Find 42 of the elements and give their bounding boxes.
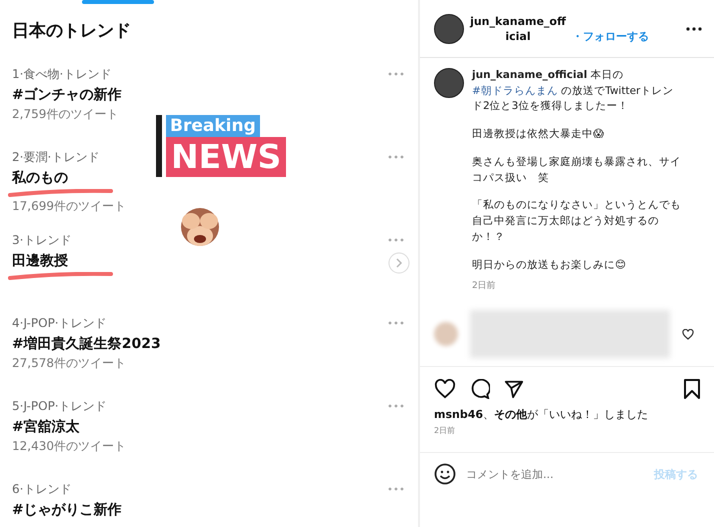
tweet-count: 12,430件のツイート bbox=[12, 438, 126, 454]
sticker-text: Breaking bbox=[166, 115, 260, 137]
caption-text: 明日からの放送もお楽しみに😊 bbox=[472, 258, 627, 273]
tweet-count: 27,578件のツイート bbox=[12, 355, 126, 371]
heart-icon[interactable] bbox=[434, 379, 456, 400]
avatar[interactable] bbox=[434, 14, 464, 44]
caption-text: 奥さんも登場し家庭崩壊も暴露され、サイコパス扱い 笑 bbox=[472, 154, 682, 186]
panel-title: 日本のトレンド bbox=[12, 20, 132, 43]
username-link[interactable]: jun_kaname_official bbox=[470, 14, 566, 45]
heart-icon[interactable] bbox=[682, 328, 694, 340]
timestamp: 2日前 bbox=[434, 425, 456, 436]
trend-name[interactable]: #ゴンチャの新作 bbox=[12, 85, 122, 105]
hashtag-link[interactable]: #朝ドラらんまん bbox=[472, 84, 558, 97]
trend-meta: 4·J-POP·トレンド bbox=[12, 315, 107, 331]
trend-name[interactable]: 田邊教授 bbox=[12, 251, 68, 271]
tweet-count: 17,699件のツイート bbox=[12, 198, 126, 214]
trend-name[interactable]: #宮舘涼太 bbox=[12, 417, 80, 437]
tweet-count: 2,759件のツイート bbox=[12, 106, 118, 122]
blurred-avatar bbox=[434, 322, 458, 346]
follow-link[interactable]: ・フォローする bbox=[572, 28, 649, 44]
caption-text: 田邊教授は依然大暴走中😱 bbox=[472, 127, 605, 142]
trend-meta: 5·J-POP·トレンド bbox=[12, 398, 107, 414]
trend-name[interactable]: 私のもの bbox=[12, 168, 68, 188]
trend-meta: 3·トレンド bbox=[12, 232, 72, 248]
bookmark-icon[interactable] bbox=[684, 379, 700, 400]
comment-icon[interactable] bbox=[470, 379, 490, 400]
trend-name[interactable]: #増田貴久誕生祭2023 bbox=[12, 334, 161, 354]
trend-meta: 2·要潤·トレンド bbox=[12, 149, 100, 165]
emoji-icon[interactable] bbox=[434, 463, 456, 486]
trend-meta: 1·食べ物·トレンド bbox=[12, 66, 112, 82]
more-icon[interactable] bbox=[686, 27, 702, 32]
avatar[interactable] bbox=[434, 68, 464, 98]
caption-text: jun_kaname_official 本日の #朝ドラらんまん の放送でTwitterトレンド2位と3位を獲得しましたー！ bbox=[472, 68, 674, 114]
send-icon[interactable] bbox=[504, 379, 524, 400]
tab-indicator bbox=[82, 0, 154, 4]
caption-text: 「私のものになりなさい」というとんでも自己中発言に万太郎はどう対処するのか！？ bbox=[472, 198, 682, 245]
likes-text: msnb46、その他が「いいね！」しました bbox=[434, 407, 650, 422]
timestamp: 2日前 bbox=[472, 280, 497, 292]
sticker-text: NEWS bbox=[166, 137, 286, 177]
trend-meta: 6·トレンド bbox=[12, 481, 72, 497]
username-link[interactable]: jun_kaname_official bbox=[472, 68, 588, 81]
trend-name[interactable]: #じゃがりこ新作 bbox=[12, 500, 122, 520]
